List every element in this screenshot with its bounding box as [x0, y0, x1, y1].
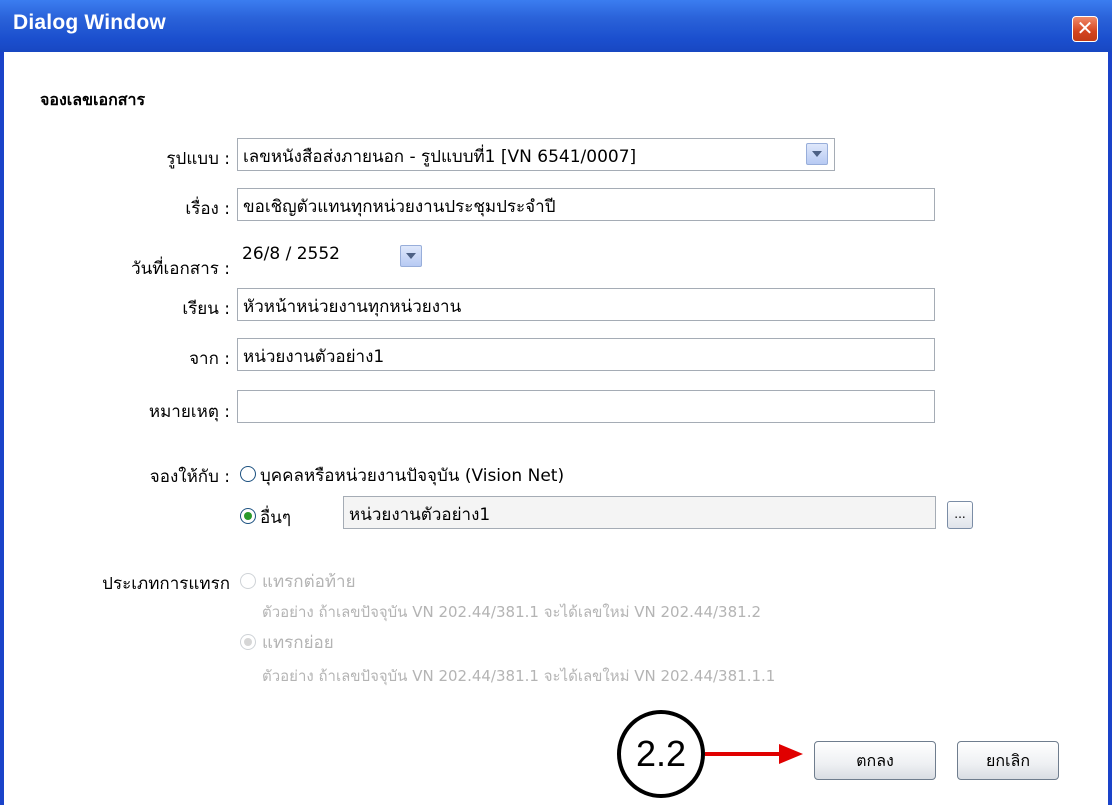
doc-date-dropdown-chevron-down-icon[interactable]: [400, 245, 422, 267]
subject-value: ขอเชิญตัวแทนทุกหน่วยงานประชุมประจำปี: [243, 197, 556, 217]
insert-sub-radio[interactable]: [240, 634, 256, 650]
insert-sub-label[interactable]: แทรกย่อย: [262, 629, 334, 656]
doc-date-label: วันที่เอกสาร :: [131, 259, 230, 279]
window-title: Dialog Window: [13, 11, 166, 34]
doc-date-select[interactable]: 26/8 / 2552: [237, 240, 425, 273]
reserve-other-field[interactable]: หน่วยงานตัวอย่าง1: [343, 496, 936, 529]
note-label: หมายเหตุ :: [148, 402, 230, 422]
to-field[interactable]: หัวหน้าหน่วยงานทุกหน่วยงาน: [237, 288, 935, 321]
doc-date-value: 26/8 / 2552: [242, 244, 340, 264]
subject-field[interactable]: ขอเชิญตัวแทนทุกหน่วยงานประชุมประจำปี: [237, 188, 935, 221]
format-select[interactable]: เลขหนังสือส่งภายนอก - รูปแบบที่1 [VN 654…: [237, 138, 835, 171]
reserve-other-label[interactable]: อื่นๆ: [260, 504, 291, 531]
arrow-right-icon: [705, 744, 803, 764]
subject-label: เรื่อง :: [185, 199, 230, 219]
insert-append-label[interactable]: แทรกต่อท้าย: [262, 568, 356, 595]
title-bar[interactable]: Dialog Window ✕: [0, 0, 1112, 52]
reserve-other-value: หน่วยงานตัวอย่าง1: [349, 505, 491, 525]
insert-type-label: ประเภทการแทรก: [102, 574, 230, 594]
close-icon: ✕: [1076, 16, 1094, 40]
from-value: หน่วยงานตัวอย่าง1: [243, 347, 385, 367]
close-button[interactable]: ✕: [1072, 16, 1098, 42]
insert-append-radio[interactable]: [240, 573, 256, 589]
insert-sub-example: ตัวอย่าง ถ้าเลขปัจจุบัน VN 202.44/381.1 …: [262, 667, 776, 685]
ellipsis-icon: ...: [954, 507, 966, 521]
browse-button[interactable]: ...: [947, 501, 973, 529]
step-callout: 2.2: [617, 710, 705, 798]
format-label: รูปแบบ :: [166, 149, 230, 169]
ok-button[interactable]: ตกลง: [814, 741, 936, 780]
format-dropdown-chevron-down-icon[interactable]: [806, 143, 828, 165]
section-title: จองเลขเอกสาร: [40, 90, 146, 109]
format-value: เลขหนังสือส่งภายนอก - รูปแบบที่1 [VN 654…: [243, 147, 637, 167]
from-field[interactable]: หน่วยงานตัวอย่าง1: [237, 338, 935, 371]
reserve-current-radio[interactable]: [240, 466, 256, 482]
cancel-button[interactable]: ยกเลิก: [957, 741, 1059, 780]
insert-append-example: ตัวอย่าง ถ้าเลขปัจจุบัน VN 202.44/381.1 …: [262, 603, 761, 621]
reserve-current-label[interactable]: บุคคลหรือหน่วยงานปัจจุบัน (Vision Net): [260, 462, 564, 489]
reserve-for-label: จองให้กับ :: [149, 467, 230, 487]
to-value: หัวหน้าหน่วยงานทุกหน่วยงาน: [243, 297, 462, 317]
note-field[interactable]: [237, 390, 935, 423]
from-label: จาก :: [189, 349, 230, 369]
to-label: เรียน :: [182, 299, 230, 319]
reserve-other-radio[interactable]: [240, 508, 256, 524]
